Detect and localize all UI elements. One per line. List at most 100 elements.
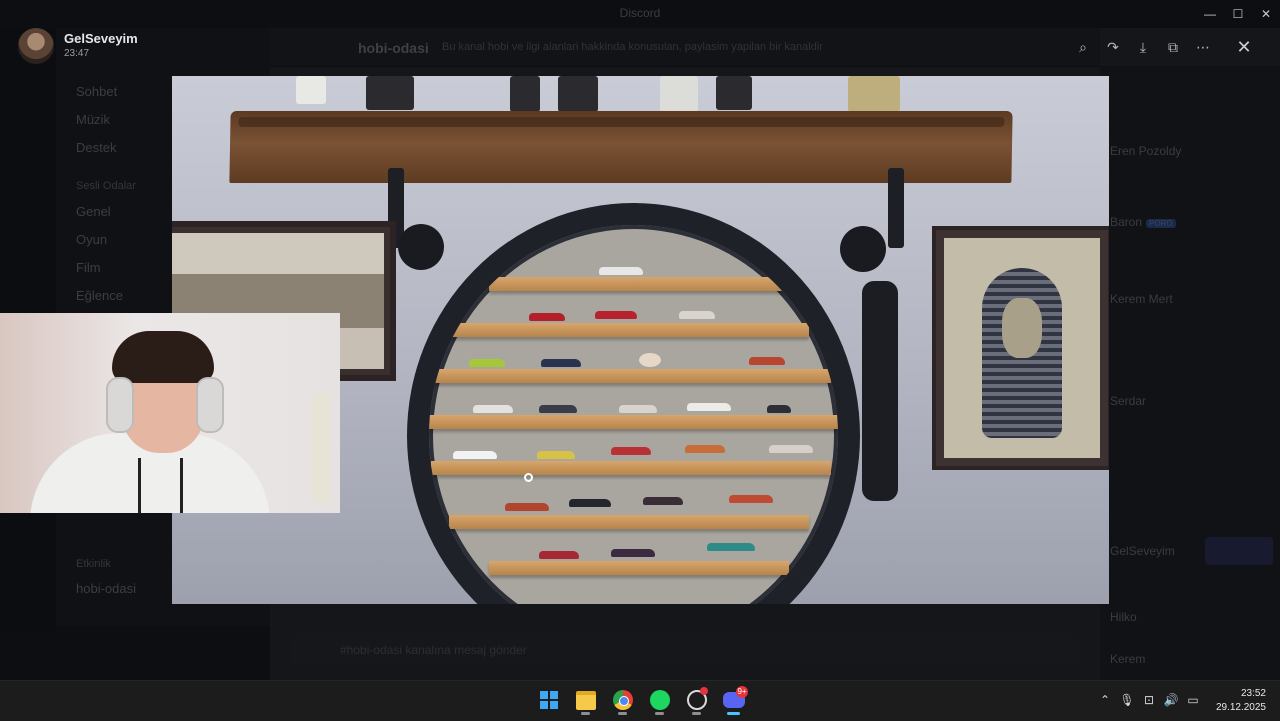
pipe: [888, 168, 904, 248]
toy-car: [685, 445, 725, 453]
shelf-plank: [429, 415, 838, 429]
composer-placeholder: #hobi-odasi kanalına mesaj gönder: [340, 643, 527, 657]
shelf-item: [296, 76, 326, 104]
toy-car: [619, 405, 657, 413]
pipe-shelf-arm: [862, 281, 898, 501]
clock-time: 23:52: [1240, 688, 1266, 699]
zoom-cursor: [524, 473, 533, 482]
voice-channel-item: Eğlence: [76, 288, 123, 303]
window-close-button[interactable]: ✕: [1252, 4, 1280, 24]
maximize-button[interactable]: ☐: [1224, 4, 1252, 24]
toy-car: [473, 405, 513, 413]
forward-icon[interactable]: ↷: [1098, 34, 1128, 60]
toy-car: [749, 357, 785, 365]
clock[interactable]: 23:52 29.12.2025: [1208, 687, 1266, 715]
windows-icon: [539, 691, 558, 709]
shelf-item: [510, 76, 540, 112]
channel-header-topic: Bu kanal hobi ve ilgi alanlari hakkinda …: [442, 41, 823, 53]
viewer-toolbar: ⌕ ↷ ⤓ ⧉ ⋯: [1068, 34, 1218, 60]
voice-channel-item: Oyun: [76, 232, 108, 247]
toy-car: [595, 311, 637, 319]
network-icon[interactable]: ⊡: [1138, 690, 1160, 710]
start-button[interactable]: [530, 684, 567, 716]
headphones: [106, 377, 134, 433]
author-avatar[interactable]: [18, 28, 54, 64]
zoom-icon[interactable]: ⌕: [1068, 34, 1098, 60]
shelf-plank: [449, 323, 809, 337]
member-item: Kerem Mert: [1110, 292, 1173, 306]
channel-header-name: hobi-odasi: [358, 40, 429, 56]
volume-icon[interactable]: 🔊: [1160, 690, 1182, 710]
spotify-icon: [649, 690, 670, 710]
chrome-icon: [612, 690, 633, 710]
spotify-button[interactable]: [641, 684, 678, 716]
voice-channel-item: Film: [76, 260, 101, 275]
toy-car: [505, 503, 549, 511]
shelf-plank: [431, 369, 831, 383]
show-hidden-icons[interactable]: ⌃: [1094, 690, 1116, 710]
toy-car: [453, 451, 497, 459]
channel-item: Sohbet: [76, 84, 118, 99]
folder-icon: [575, 690, 596, 710]
image-author: GelSeveyim 23:47: [18, 28, 138, 64]
shelf-item: [716, 76, 752, 110]
toy-figure: [639, 353, 661, 367]
clock-date: 29.12.2025: [1215, 702, 1266, 713]
pipe-flange: [840, 226, 886, 272]
member-item: Eren Pozoldy: [1110, 144, 1182, 158]
toy-car: [469, 359, 505, 367]
webcam-overlay[interactable]: [0, 313, 340, 513]
author-timestamp: 23:47: [64, 48, 90, 59]
minimize-button[interactable]: —: [1196, 4, 1224, 24]
pipe-flange: [398, 224, 444, 270]
discord-button[interactable]: 9+: [715, 684, 752, 716]
member-item: GelSeveyim: [1110, 544, 1175, 558]
shelf-plank: [489, 277, 789, 291]
open-external-icon[interactable]: ⧉: [1158, 34, 1188, 60]
shelf-plank: [431, 461, 831, 475]
toy-car: [729, 495, 773, 503]
picture-frame: [932, 226, 1109, 470]
shelf-item: [366, 76, 414, 110]
toy-car: [599, 267, 643, 275]
toy-car: [541, 359, 581, 367]
taskbar-apps: 9+: [530, 684, 752, 716]
toy-car: [687, 403, 731, 411]
toy-car: [611, 447, 651, 455]
toy-car: [539, 551, 579, 559]
user-panel: [0, 626, 270, 680]
member-item: Kerem: [1110, 652, 1146, 666]
guitar: [312, 393, 330, 503]
channel-category: Etkinlik: [76, 558, 111, 570]
shelf-plank: [489, 561, 789, 575]
download-icon[interactable]: ⤓: [1128, 34, 1158, 60]
person-hair: [112, 331, 214, 383]
toy-car: [529, 313, 565, 321]
close-viewer-button[interactable]: ✕: [1230, 34, 1258, 60]
toy-car: [769, 445, 813, 453]
shelf-plank: [449, 515, 809, 529]
system-tray: ⌃ 🎙 ⊡ 🔊 ▭: [1094, 690, 1204, 710]
window-title: Discord: [619, 6, 661, 20]
file-explorer-button[interactable]: [567, 684, 604, 716]
toy-car: [537, 451, 575, 459]
steam-button[interactable]: [678, 684, 715, 716]
toy-car: [679, 311, 715, 319]
channel-item: Müzik: [76, 112, 110, 127]
notification-badge: 9+: [736, 686, 748, 698]
notification-dot: [700, 687, 708, 695]
member-list: [1100, 66, 1280, 680]
shelf-item: [558, 76, 598, 112]
microphone-icon[interactable]: 🎙: [1116, 690, 1138, 710]
channel-item: Destek: [76, 140, 117, 155]
chrome-button[interactable]: [604, 684, 641, 716]
channel-item: hobi-odasi: [76, 581, 136, 596]
channel-category: Sesli Odalar: [76, 180, 136, 192]
shelf-item: [848, 76, 900, 112]
member-item: Baron PORO: [1110, 215, 1176, 229]
author-name[interactable]: GelSeveyim: [64, 31, 138, 47]
battery-icon[interactable]: ▭: [1182, 690, 1204, 710]
more-icon[interactable]: ⋯: [1188, 34, 1218, 60]
toy-car: [643, 497, 683, 505]
toy-car: [767, 405, 791, 413]
